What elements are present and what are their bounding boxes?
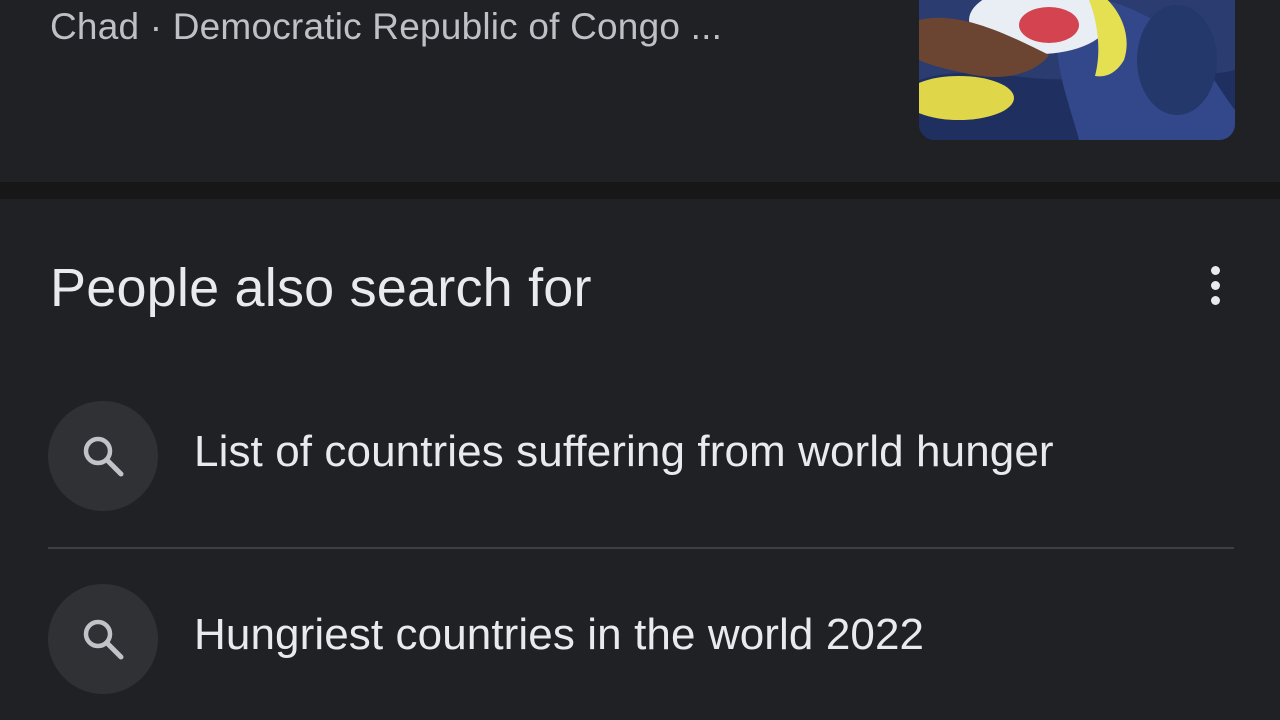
result-snippet: Chad · Democratic Republic of Congo ... — [50, 6, 723, 47]
more-vert-icon-dot — [1211, 281, 1220, 290]
related-search-item[interactable]: Hungriest countries in the world 2022 — [48, 584, 1234, 694]
more-vert-icon-dot — [1211, 296, 1220, 305]
search-icon-container — [48, 584, 158, 694]
section-title: People also search for — [50, 258, 592, 318]
thumbnail-image — [919, 0, 1235, 140]
result-thumbnail[interactable] — [919, 0, 1235, 140]
related-search-label: List of countries suffering from world h… — [194, 427, 1054, 476]
more-options-button[interactable] — [1196, 261, 1236, 309]
search-icon — [83, 619, 124, 660]
search-icon-container — [48, 401, 158, 511]
result-card[interactable]: Chad · Democratic Republic of Congo ... — [0, 0, 1280, 182]
people-also-search-for-section: People also search for List of countries… — [0, 199, 1280, 720]
more-vert-icon — [1211, 266, 1220, 275]
search-results-page: Chad · Democratic Republic of Congo ... … — [0, 0, 1280, 720]
section-separator — [0, 182, 1280, 199]
item-divider — [48, 547, 1234, 549]
related-search-item[interactable]: List of countries suffering from world h… — [48, 401, 1234, 511]
search-icon — [83, 436, 124, 477]
related-search-label: Hungriest countries in the world 2022 — [194, 610, 925, 659]
